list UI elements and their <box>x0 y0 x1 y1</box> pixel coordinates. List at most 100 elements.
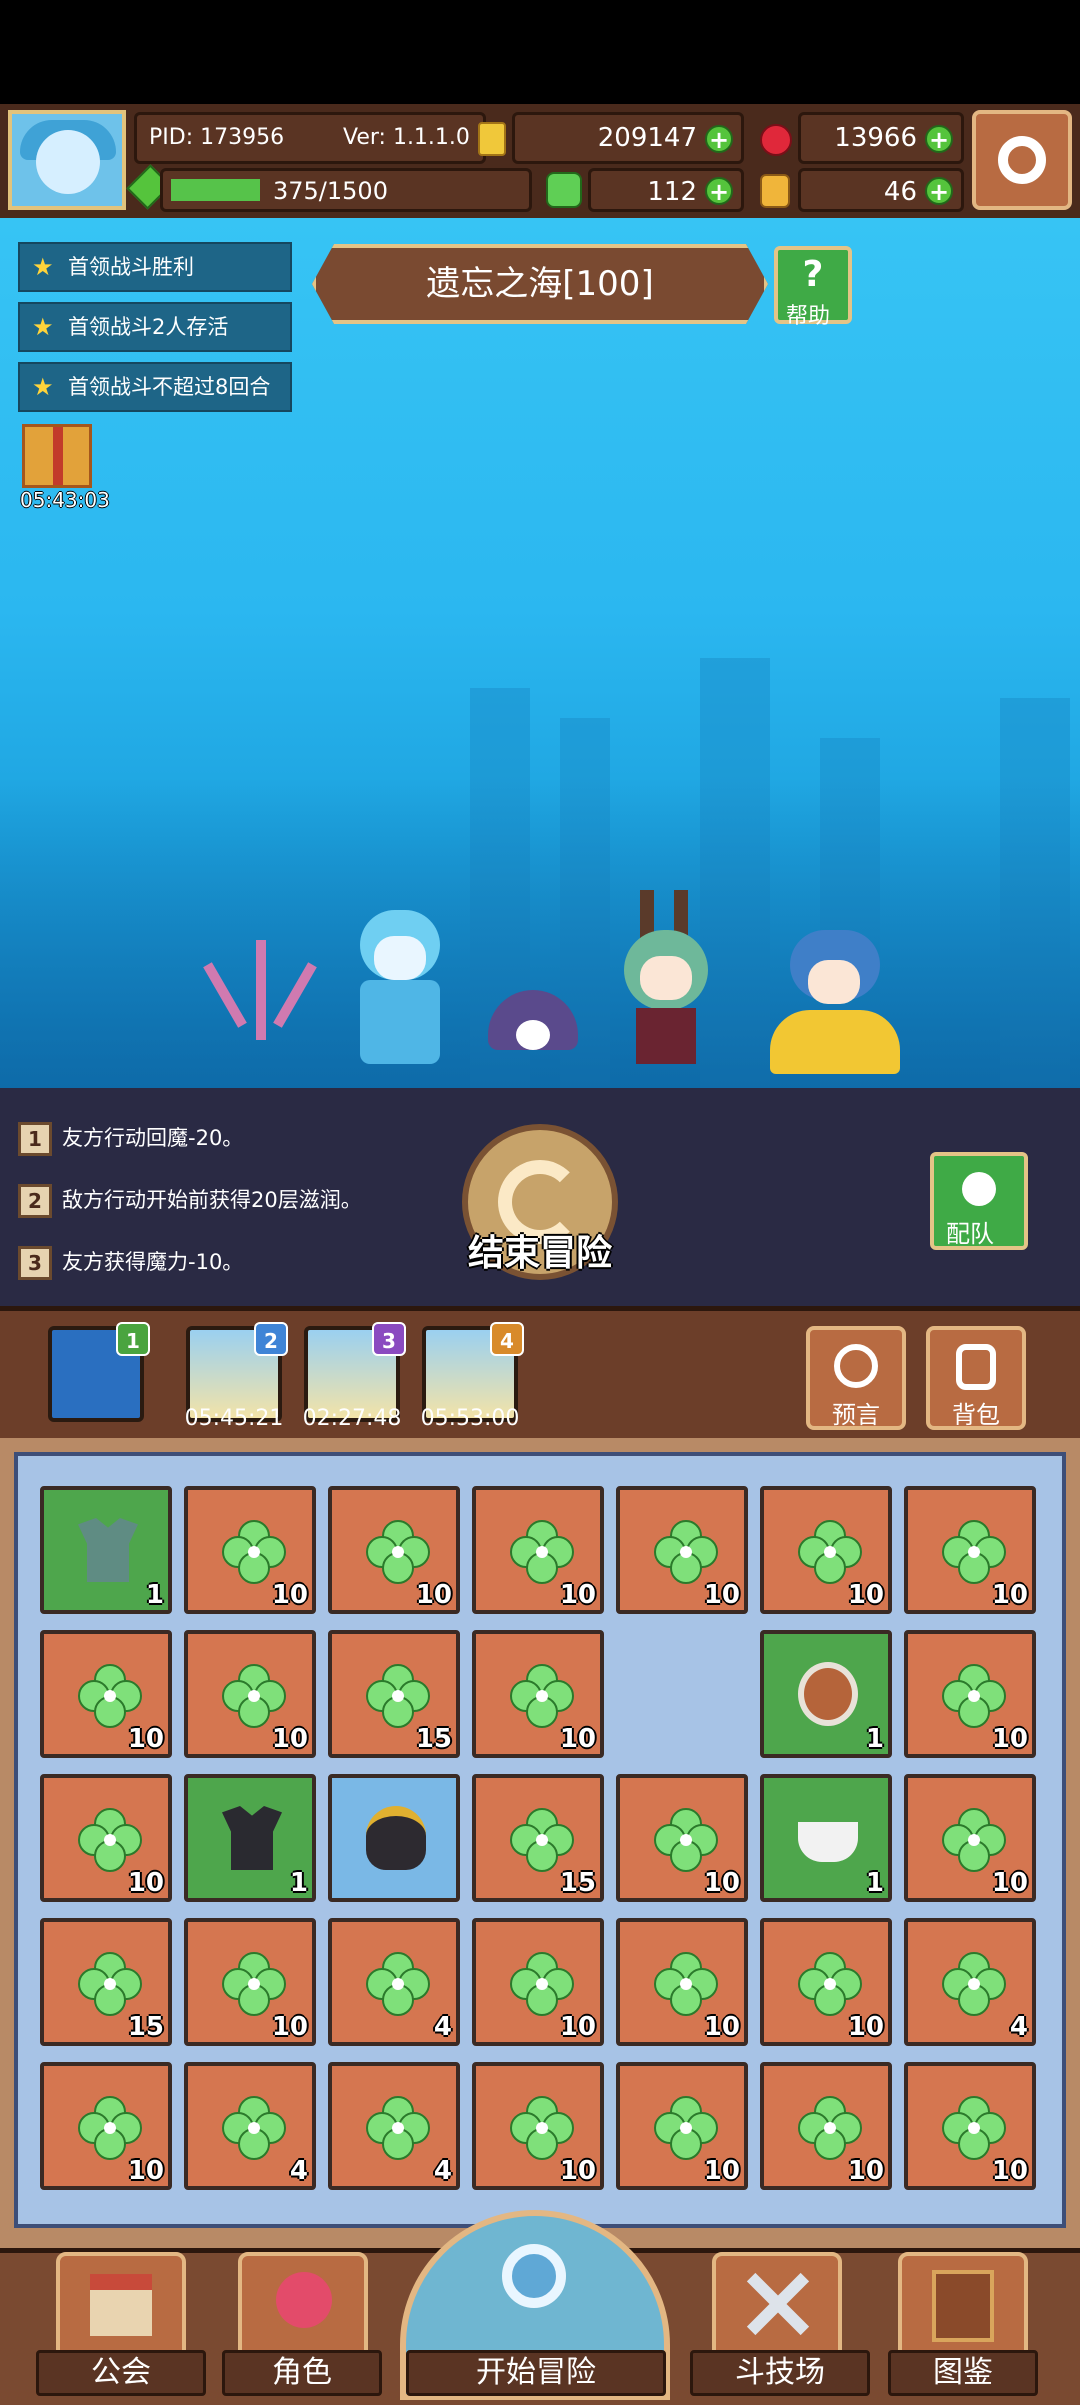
gift-box-button[interactable] <box>22 424 92 488</box>
clover-icon <box>78 2096 142 2160</box>
item-quantity: 1 <box>145 1580 164 1610</box>
inventory-slot[interactable]: 10 <box>616 1774 748 1902</box>
inventory-slot[interactable]: 10 <box>40 1630 172 1758</box>
quest-label: 首领战斗2人存活 <box>68 315 229 339</box>
cauldron-icon <box>366 1806 426 1870</box>
clover-icon <box>78 1808 142 1872</box>
slot-badge: 1 <box>116 1322 150 1356</box>
clover-icon <box>654 1520 718 1584</box>
guild-icon <box>90 2274 152 2336</box>
item-quantity: 4 <box>1009 2012 1028 2042</box>
inventory-slot[interactable]: 10 <box>904 2062 1036 2190</box>
item-quantity: 10 <box>415 1580 452 1610</box>
inventory-slot[interactable]: 10 <box>184 1630 316 1758</box>
clover-icon <box>654 2096 718 2160</box>
slot-timer: 05:45:21 <box>184 1406 284 1431</box>
team-setup-button[interactable]: 配队 <box>930 1152 1028 1250</box>
inventory-slot[interactable]: 15 <box>472 1774 604 1902</box>
help-button[interactable]: ? 帮助 <box>774 246 852 329</box>
ticket-icon <box>760 174 790 208</box>
clover-icon <box>366 1520 430 1584</box>
inventory-slot[interactable]: 4 <box>184 2062 316 2190</box>
inventory-slot[interactable]: 15 <box>40 1918 172 2046</box>
inventory-slot[interactable]: 10 <box>184 1918 316 2046</box>
inventory-slot[interactable]: 4 <box>904 1918 1036 2046</box>
inventory-slot[interactable]: 10 <box>40 1774 172 1902</box>
log-number: 1 <box>18 1122 52 1156</box>
clover-icon <box>510 1664 574 1728</box>
hero-dragon-girl[interactable] <box>760 920 910 1080</box>
inventory-slot[interactable]: 10 <box>616 1486 748 1614</box>
clover-icon <box>510 2096 574 2160</box>
pid-label: PID: 173956 <box>149 125 285 150</box>
item-quantity: 10 <box>703 2012 740 2042</box>
item-quantity: 1 <box>289 1868 308 1898</box>
log-text: 友方行动回魔-20。 <box>62 1126 244 1150</box>
clover-icon <box>510 1520 574 1584</box>
prophecy-button[interactable]: 预言 <box>806 1326 906 1430</box>
quest-label: 首领战斗胜利 <box>68 255 194 279</box>
inventory-slot[interactable]: 1 <box>184 1774 316 1902</box>
clover-amount: 112 <box>647 177 697 207</box>
add-gem-button[interactable]: + <box>925 125 953 153</box>
inventory-slot[interactable]: 10 <box>472 1918 604 2046</box>
hero-clam[interactable] <box>488 990 578 1070</box>
inventory-slot[interactable]: 10 <box>40 2062 172 2190</box>
item-quantity: 4 <box>433 2156 452 2186</box>
hero-mermaid[interactable] <box>340 900 460 1070</box>
inventory-slot[interactable]: 4 <box>328 2062 460 2190</box>
hero-bunny-girl[interactable] <box>610 890 720 1070</box>
quest-label: 首领战斗不超过8回合 <box>68 375 271 399</box>
energy-panel: 375/1500 <box>160 168 532 212</box>
inventory-slot[interactable]: 15 <box>328 1630 460 1758</box>
clover-icon <box>366 2096 430 2160</box>
inventory-slot[interactable]: 10 <box>760 1486 892 1614</box>
dungeon-slot-1[interactable]: 1 <box>48 1322 150 1422</box>
pid-panel: PID: 173956 Ver: 1.1.1.0 <box>134 112 486 164</box>
inventory-slot[interactable]: 10 <box>904 1486 1036 1614</box>
inventory-slot[interactable]: 10 <box>472 1630 604 1758</box>
inventory-slot[interactable]: 10 <box>472 2062 604 2190</box>
inventory-slot[interactable]: 10 <box>904 1630 1036 1758</box>
inventory-slot[interactable]: 10 <box>760 1918 892 2046</box>
inventory-slot[interactable] <box>328 1774 460 1902</box>
clover-icon <box>510 1808 574 1872</box>
inventory-slot[interactable]: 10 <box>760 2062 892 2190</box>
inventory-slot[interactable]: 10 <box>904 1774 1036 1902</box>
gold-amount: 209147 <box>597 123 697 153</box>
clover-icon <box>222 1664 286 1728</box>
player-avatar[interactable] <box>8 110 126 210</box>
clover-icon <box>654 1808 718 1872</box>
nav-guild-label: 公会 <box>36 2350 206 2396</box>
inventory-slot[interactable]: 1 <box>760 1630 892 1758</box>
nav-codex-label: 图鉴 <box>888 2350 1038 2396</box>
inventory-slot[interactable]: 10 <box>616 1918 748 2046</box>
clover-icon <box>942 1808 1006 1872</box>
inventory-slot[interactable]: 10 <box>328 1486 460 1614</box>
inventory-slot[interactable]: 1 <box>760 1774 892 1902</box>
add-gold-button[interactable]: + <box>705 125 733 153</box>
clover-icon <box>798 1952 862 2016</box>
inventory-slot[interactable]: 1 <box>40 1486 172 1614</box>
battle-log-entry: 2 敌方行动开始前获得20层滋润。 <box>18 1178 458 1222</box>
slot-badge: 2 <box>254 1322 288 1356</box>
settings-button[interactable] <box>972 110 1072 210</box>
prophecy-label: 预言 <box>832 1401 880 1429</box>
end-adventure-label: 结束冒险 <box>467 1233 612 1274</box>
item-quantity: 10 <box>991 1868 1028 1898</box>
inventory-slot[interactable]: 10 <box>616 2062 748 2190</box>
item-quantity: 4 <box>433 2012 452 2042</box>
inventory-slot[interactable]: 10 <box>472 1486 604 1614</box>
add-ticket-button[interactable]: + <box>925 177 953 205</box>
inventory-slot[interactable]: 10 <box>184 1486 316 1614</box>
clover-icon <box>942 1952 1006 2016</box>
item-quantity: 10 <box>991 1580 1028 1610</box>
log-text: 友方获得魔力-10。 <box>62 1250 244 1274</box>
log-number: 3 <box>18 1246 52 1280</box>
nav-start-label: 开始冒险 <box>406 2350 666 2396</box>
inventory-slot[interactable]: 4 <box>328 1918 460 2046</box>
item-quantity: 15 <box>559 1868 596 1898</box>
add-clover-button[interactable]: + <box>705 177 733 205</box>
backpack-button[interactable]: 背包 <box>926 1326 1026 1430</box>
inventory-slot-empty[interactable] <box>616 1630 748 1758</box>
